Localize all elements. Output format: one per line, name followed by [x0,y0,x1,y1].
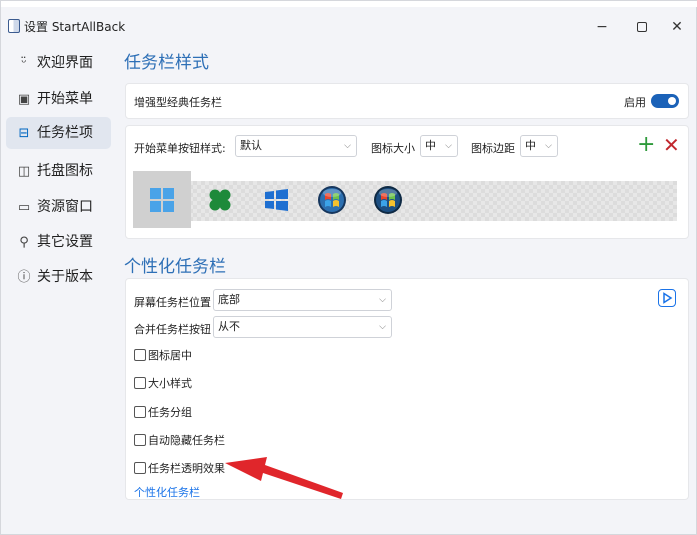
chevron-down-icon: ⌵ [379,322,386,332]
wrench-icon: ⚲ [19,235,29,250]
chevron-down-icon: ⌵ [344,141,351,151]
checkbox-center-icons[interactable]: 图标居中 [134,347,192,363]
sidebar-item-label: 托盘图标 [37,163,93,179]
play-preview-button[interactable] [658,289,676,307]
checkbox-label: 任务分组 [148,406,192,419]
sidebar-item-taskbar[interactable]: ⊟ 任务栏项 [6,117,111,149]
section-title-personalize: 个性化任务栏 [124,257,226,277]
sidebar-item-welcome[interactable]: ᵕ̈ 欢迎界面 [6,47,111,79]
sidebar-item-other-settings[interactable]: ⚲ 其它设置 [6,226,111,258]
title-bar: 设置 StartAllBack − ✕ [1,7,697,45]
select-value: 默认 [240,139,262,152]
settings-window: 设置 StartAllBack − ✕ ᵕ̈ 欢迎界面 ▣ 开始菜单 ⊟ 任务栏项 ◫… [0,0,697,535]
personalize-taskbar-link[interactable]: 个性化任务栏 [134,484,200,500]
checkbox[interactable] [134,434,146,446]
close-button[interactable]: ✕ [659,13,695,41]
start-menu-icon: ▣ [17,92,31,107]
sidebar-item-label: 关于版本 [37,269,93,285]
sidebar-item-label: 任务栏项 [37,125,93,141]
icon-margin-label: 图标边距 [471,142,515,155]
sidebar-item-start-menu[interactable]: ▣ 开始菜单 [6,83,111,115]
windows-10-start-icon[interactable] [261,185,291,215]
icon-margin-select[interactable]: 中 ⌵ [520,135,558,157]
tray-icon: ◫ [17,164,31,179]
clover-start-icon[interactable] [205,185,235,215]
section-title-taskbar-style: 任务栏样式 [124,53,209,73]
maximize-button[interactable] [624,13,660,41]
taskbar-position-select[interactable]: 底部 ⌵ [213,289,392,311]
sidebar-item-label: 开始菜单 [37,91,93,107]
sidebar-item-label: 资源窗口 [37,199,93,215]
classic-taskbar-label: 增强型经典任务栏 [134,96,222,109]
start-button-style-select[interactable]: 默认 ⌵ [235,135,357,157]
vista-orb-start-icon[interactable] [317,185,347,215]
select-value: 中 [425,139,436,152]
chevron-down-icon: ⌵ [379,295,386,305]
checkbox[interactable] [134,377,146,389]
checkbox[interactable] [134,462,146,474]
windows-11-start-icon[interactable] [147,185,177,215]
select-value: 中 [525,139,536,152]
remove-style-button[interactable]: ✕ [663,135,680,155]
icon-size-label: 图标大小 [371,142,415,155]
sidebar-item-label: 欢迎界面 [37,55,93,71]
minimize-button[interactable]: − [584,13,620,41]
taskbar-icon: ⊟ [18,126,30,141]
checkbox[interactable] [134,406,146,418]
checkbox[interactable] [134,349,146,361]
classic-taskbar-toggle[interactable] [651,94,679,108]
explorer-icon: ▭ [17,200,31,215]
combine-buttons-select[interactable]: 从不 ⌵ [213,316,392,338]
windows-7-orb-start-icon[interactable] [373,185,403,215]
checkbox-task-grouping[interactable]: 任务分组 [134,404,192,420]
checkbox-label: 图标居中 [148,349,192,362]
checkbox-size-style[interactable]: 大小样式 [134,375,192,391]
chevron-down-icon: ⌵ [445,141,452,151]
info-icon: ⓘ [17,270,31,285]
taskbar-position-label: 屏幕任务栏位置 [134,296,211,309]
chevron-down-icon: ⌵ [545,141,552,151]
maximize-icon [637,22,647,32]
toggle-knob [668,97,676,105]
app-icon [8,19,20,33]
select-value: 从不 [218,320,240,333]
add-style-button[interactable]: + [637,134,655,156]
window-title: 设置 StartAllBack [24,20,126,34]
sidebar-item-tray[interactable]: ◫ 托盘图标 [6,155,111,187]
annotation-arrow-icon [225,457,343,499]
smile-icon: ᵕ̈ [21,56,27,71]
sidebar-item-explorer[interactable]: ▭ 资源窗口 [6,191,111,223]
icon-size-select[interactable]: 中 ⌵ [420,135,458,157]
toggle-label: 启用 [624,96,646,109]
play-icon [663,292,673,304]
checkbox-label: 大小样式 [148,377,192,390]
start-button-style-label: 开始菜单按钮样式: [134,142,226,155]
sidebar-item-about[interactable]: ⓘ 关于版本 [6,261,111,293]
sidebar-item-label: 其它设置 [37,234,93,250]
combine-buttons-label: 合并任务栏按钮 [134,323,211,336]
select-value: 底部 [218,293,240,306]
